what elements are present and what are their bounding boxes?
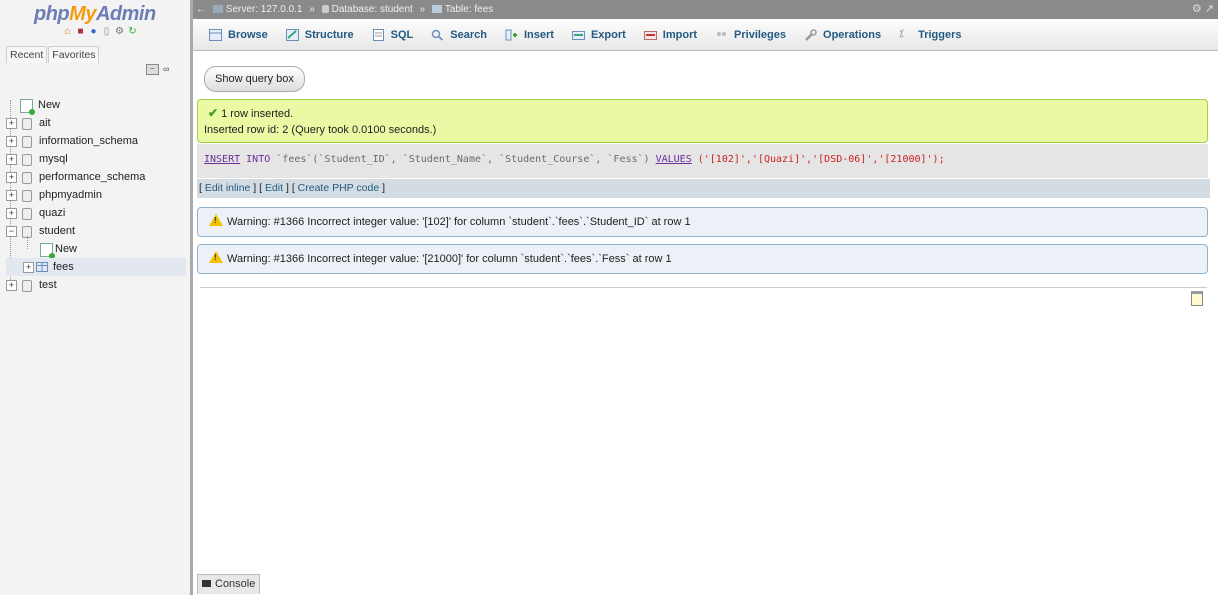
sql-keyword-values[interactable]: VALUES [656, 154, 692, 165]
tab-export[interactable]: Export [563, 19, 635, 50]
server-icon [212, 5, 223, 13]
nav-resizer[interactable] [190, 0, 193, 595]
database-tree: New + ait + information_schema + mysql +… [6, 96, 186, 294]
database-icon [22, 190, 32, 202]
create-php-code-link[interactable]: Create PHP code [298, 182, 380, 194]
console-toggle[interactable]: Console [197, 574, 261, 594]
search-icon [432, 29, 444, 41]
sql-query-display: INSERT INTO `fees`(`Student_ID`, `Studen… [197, 144, 1208, 178]
breadcrumb-database[interactable]: Database: student [321, 4, 413, 15]
phpmyadmin-logo[interactable]: phpMyAdmin [34, 3, 156, 26]
settings-icon[interactable]: ⚙ [114, 26, 125, 37]
tree-table-fees[interactable]: + fees [6, 258, 186, 276]
warning-message: Warning: #1366 Incorrect integer value: … [197, 207, 1208, 237]
database-icon [22, 172, 32, 184]
home-icon[interactable]: ⌂ [62, 26, 73, 37]
query-actions-bar: [ Edit inline ] [ Edit ] [ Create PHP co… [197, 179, 1210, 198]
warning-message: Warning: #1366 Incorrect integer value: … [197, 244, 1208, 274]
tab-insert[interactable]: Insert [496, 19, 563, 50]
logout-icon[interactable]: ■ [75, 26, 86, 37]
expand-icon[interactable]: + [6, 154, 17, 165]
tab-operations[interactable]: Operations [795, 19, 890, 50]
expand-icon[interactable]: + [6, 208, 17, 219]
database-icon [22, 136, 32, 148]
tab-browse[interactable]: Browse [200, 19, 277, 50]
export-icon [571, 30, 585, 40]
tab-sql[interactable]: SQL [363, 19, 423, 50]
table-icon [431, 5, 442, 13]
nav-icon-bar: ⌂ ■ ● ▯ ⚙ ↻ [62, 26, 138, 40]
docs-icon[interactable]: ▯ [101, 26, 112, 37]
warning-icon [209, 251, 223, 263]
database-icon [22, 208, 32, 220]
edit-inline-link[interactable]: Edit inline [205, 182, 251, 194]
tree-db-phpmyadmin[interactable]: + phpmyadmin [6, 186, 186, 204]
new-icon [40, 243, 55, 259]
expand-icon[interactable]: + [6, 136, 17, 147]
sql-icon [372, 28, 384, 41]
privileges-icon [717, 31, 727, 36]
help-icon[interactable]: ● [88, 26, 99, 37]
breadcrumb: ← Server: 127.0.0.1 » Database: student … [193, 0, 1218, 19]
database-icon [22, 154, 32, 166]
tab-recent[interactable]: Recent [6, 46, 48, 63]
breadcrumb-table[interactable]: Table: fees [431, 4, 493, 15]
tab-import[interactable]: Import [635, 19, 706, 50]
database-icon [22, 280, 32, 292]
tab-favorites[interactable]: Favorites [48, 46, 100, 63]
tree-db-quazi[interactable]: + quazi [6, 204, 186, 222]
success-message: ✔ 1 row inserted. Inserted row id: 2 (Que… [197, 99, 1208, 143]
tree-db-ait[interactable]: + ait [6, 114, 186, 132]
nav-toggle-icon[interactable]: ← [196, 4, 206, 15]
tab-triggers[interactable]: ⁒ Triggers [890, 19, 970, 50]
page-settings-icon[interactable] [1191, 291, 1203, 306]
tree-new-database[interactable]: New [6, 96, 186, 115]
tree-db-information-schema[interactable]: + information_schema [6, 132, 186, 150]
tree-student-new-table[interactable]: New [6, 236, 186, 259]
collapse-all-icon[interactable]: − [146, 64, 159, 75]
wrench-icon [805, 28, 817, 41]
tab-structure[interactable]: Structure [277, 19, 363, 50]
settings-icon[interactable]: ⚙ ↗ [1192, 0, 1214, 19]
tab-search[interactable]: Search [422, 19, 496, 50]
tree-db-student[interactable]: − student [6, 222, 186, 240]
edit-link[interactable]: Edit [265, 182, 283, 194]
insert-icon [505, 29, 517, 40]
triggers-icon: ⁒ [899, 28, 904, 40]
database-icon [22, 118, 32, 130]
tree-db-performance-schema[interactable]: + performance_schema [6, 168, 186, 186]
table-icon [36, 262, 48, 272]
breadcrumb-server[interactable]: Server: 127.0.0.1 [212, 4, 303, 15]
expand-icon[interactable]: + [6, 280, 17, 291]
nav-controls: − ∞ [146, 64, 169, 75]
show-query-box-button[interactable]: Show query box [204, 66, 305, 92]
collapse-icon[interactable]: − [6, 226, 17, 237]
new-icon [20, 99, 35, 115]
console-icon [202, 580, 211, 587]
tree-db-test[interactable]: + test [6, 276, 186, 294]
sql-keyword-insert[interactable]: INSERT [204, 154, 240, 165]
nav-tabs: Recent Favorites [6, 46, 100, 63]
expand-icon[interactable]: + [6, 190, 17, 201]
import-icon [643, 30, 657, 40]
database-icon [321, 5, 329, 13]
check-icon: ✔ [208, 106, 219, 120]
warning-icon [209, 214, 223, 226]
expand-icon[interactable]: + [6, 172, 17, 183]
structure-icon [285, 28, 299, 41]
expand-icon[interactable]: + [23, 262, 34, 273]
table-tabs: Browse Structure SQL Search Insert Expor… [193, 19, 1218, 51]
divider [200, 287, 1207, 288]
navigation-panel: phpMyAdmin ⌂ ■ ● ▯ ⚙ ↻ Recent Favorites … [0, 0, 190, 595]
expand-icon[interactable]: + [6, 118, 17, 129]
reload-icon[interactable]: ↻ [127, 26, 138, 37]
tree-db-mysql[interactable]: + mysql [6, 150, 186, 168]
link-with-main-icon[interactable]: ∞ [163, 64, 169, 75]
tab-privileges[interactable]: Privileges [706, 19, 795, 50]
browse-icon [209, 28, 222, 41]
